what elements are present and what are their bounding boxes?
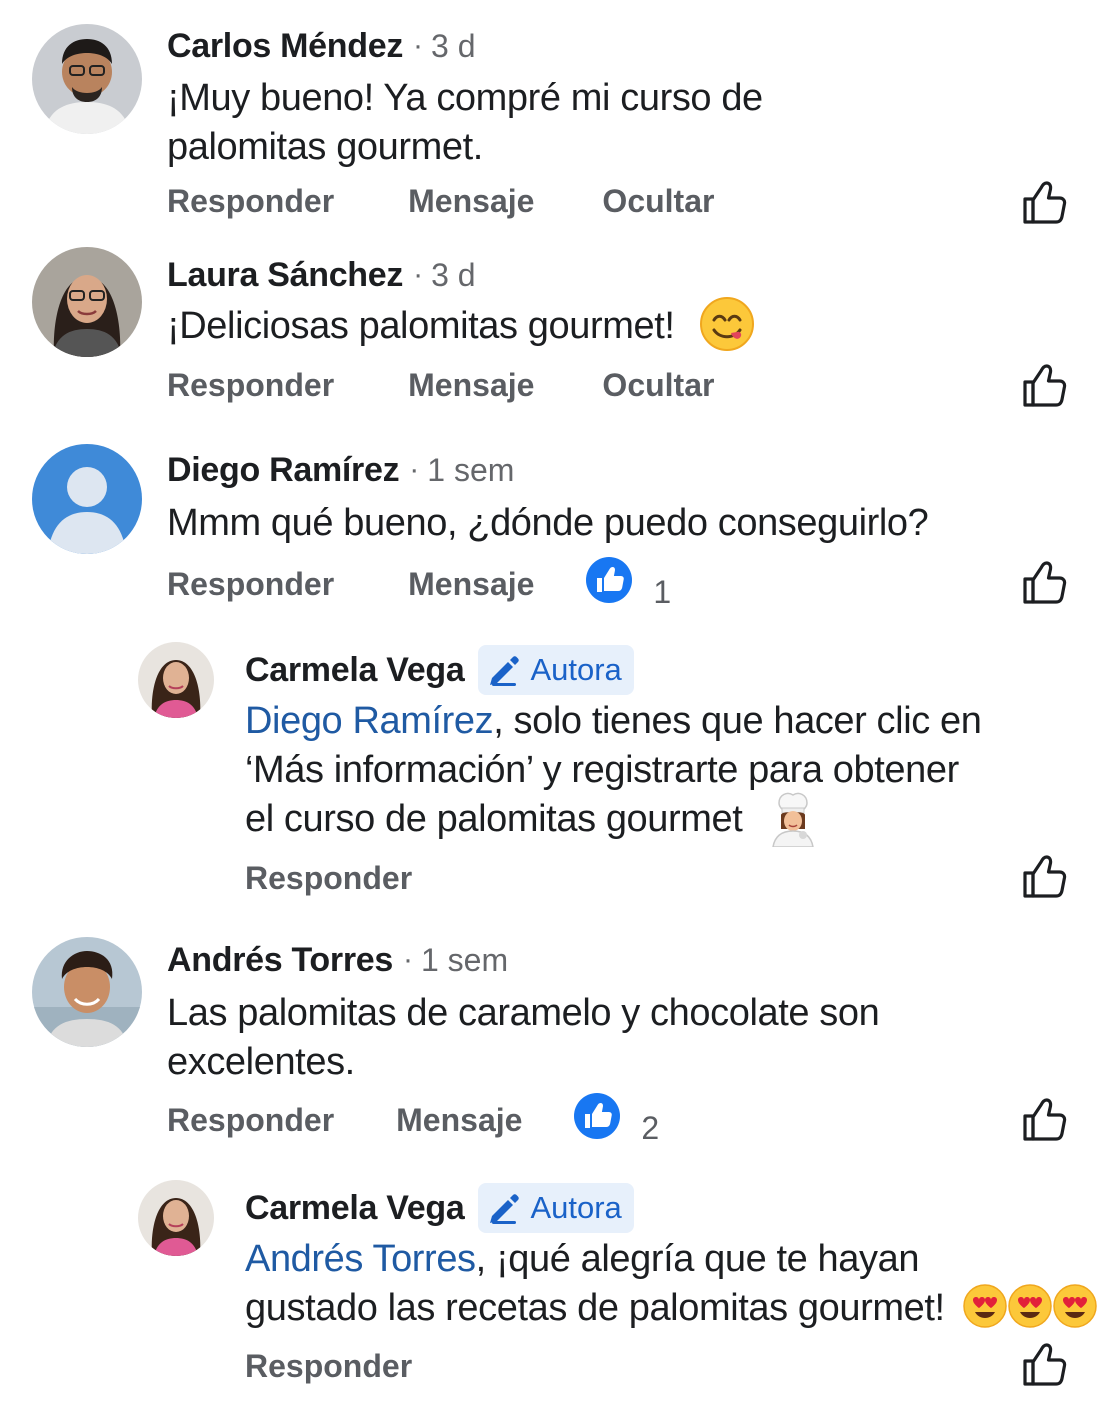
- avatar[interactable]: [138, 642, 214, 718]
- avatar[interactable]: [32, 247, 142, 357]
- avatar[interactable]: [32, 24, 142, 134]
- separator-dot: ·: [413, 29, 424, 62]
- like-icon[interactable]: [1020, 178, 1070, 228]
- comment-text-segment: el curso de palomitas gourmet: [245, 798, 743, 841]
- comment-text-line: ¡Deliciosas palomitas gourmet!: [167, 305, 675, 347]
- comment-actions: Responder Mensaje 2: [167, 1100, 659, 1146]
- reply-button[interactable]: Responder: [167, 1102, 334, 1139]
- timestamp[interactable]: 3 d: [431, 28, 475, 65]
- comment-text-line: Andrés Torres, ¡qué alegría que te hayan: [245, 1235, 1099, 1284]
- author-name[interactable]: Carmela Vega: [245, 651, 465, 690]
- reaction-count: 2: [641, 1110, 660, 1146]
- comment-header: Andrés Torres · 1 sem: [167, 940, 879, 980]
- comment-header: Carmela Vega Autora: [245, 644, 981, 696]
- like-icon[interactable]: [1020, 1340, 1070, 1390]
- reply-button[interactable]: Responder: [167, 367, 334, 404]
- reaction-count: 1: [653, 574, 672, 610]
- savoring-food-emoji: [699, 296, 755, 352]
- comment-text-line: ‘Más información’ y registrarte para obt…: [245, 749, 959, 791]
- author-name[interactable]: Diego Ramírez: [167, 451, 400, 490]
- heart-eyes-emoji: [963, 1282, 1099, 1330]
- comment-header: Carmela Vega Autora: [245, 1182, 1099, 1234]
- like-icon[interactable]: [1020, 1095, 1070, 1145]
- mention-link[interactable]: Andrés Torres: [245, 1238, 476, 1280]
- separator-dot: ·: [402, 943, 413, 976]
- comment-body: Laura Sánchez · 3 d ¡Deliciosas palomita…: [167, 255, 755, 352]
- like-reaction-icon: [586, 557, 632, 603]
- comment-text-line: gustado las recetas de palomitas gourmet…: [245, 1284, 1099, 1333]
- comment-body: Carlos Méndez · 3 d ¡Muy bueno! Ya compr…: [167, 26, 763, 172]
- comment-text: Andrés Torres, ¡qué alegría que te hayan…: [245, 1235, 1099, 1333]
- comment-text: ¡Muy bueno! Ya compré mi curso de palomi…: [167, 74, 763, 172]
- message-button[interactable]: Mensaje: [408, 367, 534, 404]
- hide-button[interactable]: Ocultar: [602, 183, 714, 220]
- like-icon[interactable]: [1020, 361, 1070, 411]
- timestamp[interactable]: 1 sem: [427, 452, 514, 489]
- comment-actions: Responder Mensaje 1: [167, 564, 671, 610]
- comment-actions: Responder Mensaje Ocultar: [167, 181, 714, 221]
- author-badge: Autora: [478, 645, 634, 695]
- reply-button[interactable]: Responder: [245, 1348, 412, 1385]
- comment-text-segment: gustado las recetas de palomitas gourmet…: [245, 1287, 945, 1329]
- author-name[interactable]: Laura Sánchez: [167, 256, 403, 295]
- comment-actions: Responder: [245, 1346, 412, 1386]
- badge-label: Autora: [530, 1190, 622, 1225]
- avatar[interactable]: [32, 444, 142, 554]
- reply-button[interactable]: Responder: [245, 860, 412, 897]
- comment-text-line: ¡Muy bueno! Ya compré mi curso de: [167, 77, 763, 119]
- comment-actions: Responder: [245, 858, 412, 898]
- comment-text: Diego Ramírez, solo tienes que hacer cli…: [245, 697, 982, 848]
- comment-body: Carmela Vega Autora Andrés Torres, ¡qué …: [245, 1182, 1099, 1333]
- message-button[interactable]: Mensaje: [408, 566, 534, 603]
- separator-dot: ·: [413, 258, 424, 291]
- hide-button[interactable]: Ocultar: [602, 367, 714, 404]
- like-reaction-icon: [574, 1093, 620, 1139]
- comment-text: ¡Deliciosas palomitas gourmet!: [167, 296, 755, 352]
- message-button[interactable]: Mensaje: [396, 1102, 522, 1139]
- message-button[interactable]: Mensaje: [408, 183, 534, 220]
- comment-text: Mmm qué bueno, ¿dónde puedo conseguirlo?: [167, 499, 929, 548]
- comment-actions: Responder Mensaje Ocultar: [167, 365, 714, 405]
- pencil-icon: [486, 1190, 522, 1226]
- comment-text: Las palomitas de caramelo y chocolate so…: [167, 989, 880, 1087]
- separator-dot: ·: [409, 453, 420, 486]
- author-name[interactable]: Andrés Torres: [167, 941, 393, 980]
- comment-body: Carmela Vega Autora Diego Ramírez, solo …: [245, 644, 982, 848]
- reply-button[interactable]: Responder: [167, 566, 334, 603]
- comment-text-line: excelentes.: [167, 1041, 355, 1083]
- timestamp[interactable]: 3 d: [431, 257, 475, 294]
- badge-label: Autora: [530, 652, 622, 687]
- comment-text-line: Mmm qué bueno, ¿dónde puedo conseguirlo?: [167, 502, 929, 544]
- comment-text-line: palomitas gourmet.: [167, 126, 483, 168]
- comment-text-line: Las palomitas de caramelo y chocolate so…: [167, 992, 880, 1034]
- author-badge: Autora: [478, 1183, 634, 1233]
- comment-header: Diego Ramírez · 1 sem: [167, 450, 928, 490]
- comment-text-line: Diego Ramírez, solo tienes que hacer cli…: [245, 697, 982, 746]
- reaction-summary[interactable]: 2: [574, 1093, 659, 1147]
- comment-text-segment: , solo tienes que hacer clic en: [493, 700, 982, 742]
- comment-text-segment: , ¡qué alegría que te hayan: [475, 1238, 920, 1280]
- reply-button[interactable]: Responder: [167, 183, 334, 220]
- mention-link[interactable]: Diego Ramírez: [245, 700, 494, 742]
- timestamp[interactable]: 1 sem: [421, 942, 508, 979]
- comment-text-line: el curso de palomitas gourmet: [245, 792, 981, 848]
- avatar[interactable]: [138, 1180, 214, 1256]
- reaction-summary[interactable]: 1: [586, 557, 671, 611]
- author-name[interactable]: Carlos Méndez: [167, 27, 403, 66]
- like-icon[interactable]: [1020, 558, 1070, 608]
- comment-header: Carlos Méndez · 3 d: [167, 26, 763, 66]
- author-name[interactable]: Carmela Vega: [245, 1189, 465, 1228]
- comment-header: Laura Sánchez · 3 d: [167, 255, 755, 295]
- avatar[interactable]: [32, 937, 142, 1047]
- pencil-icon: [486, 652, 522, 688]
- woman-cook-emoji: [767, 789, 819, 848]
- comment-body: Diego Ramírez · 1 sem Mmm qué bueno, ¿dó…: [167, 450, 929, 548]
- comment-body: Andrés Torres · 1 sem Las palomitas de c…: [167, 940, 880, 1087]
- like-icon[interactable]: [1020, 852, 1070, 902]
